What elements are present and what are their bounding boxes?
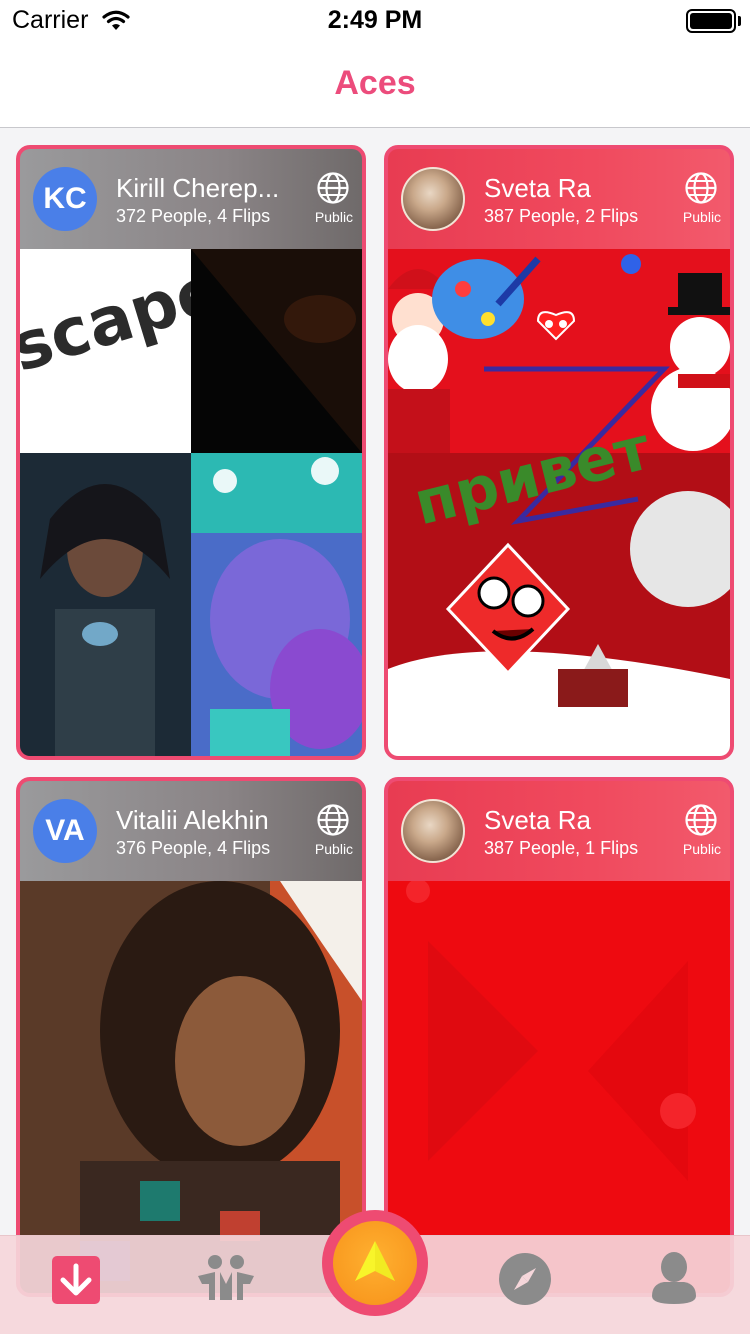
feed-card[interactable]: scape KC Kirill Cherep... 372 People, 4 … (16, 145, 366, 760)
flip-button[interactable] (322, 1210, 428, 1316)
card-collage[interactable]: привет (388, 249, 730, 756)
download-icon[interactable] (52, 1256, 100, 1309)
card-stats: 376 People, 4 Flips (116, 838, 271, 858)
status-bar: Carrier 2:49 PM (0, 0, 750, 42)
card-stats: 387 People, 2 Flips (484, 206, 639, 226)
clock: 2:49 PM (327, 6, 423, 34)
globe-icon (316, 803, 350, 842)
card-owner-name: Vitalii Alekhin (116, 805, 269, 835)
visibility-label: Public (314, 841, 354, 857)
feed-card[interactable]: Sveta Ra 387 People, 1 Flips Public (384, 777, 734, 1297)
avatar[interactable] (401, 799, 465, 863)
card-owner-name: Sveta Ra (484, 173, 591, 203)
people-icon[interactable] (196, 1254, 256, 1307)
battery-tip (738, 16, 741, 26)
card-header: KC Kirill Cherep... 372 People, 4 Flips … (20, 149, 362, 249)
feed-card[interactable]: привет Sveta Ra 387 People, 2 Flips Publ… (384, 145, 734, 760)
flip-arrow-icon (353, 1239, 397, 1288)
globe-icon (684, 803, 718, 842)
page-title: Aces (334, 64, 416, 102)
battery-icon (686, 9, 736, 33)
visibility-label: Public (314, 209, 354, 225)
compass-icon[interactable] (498, 1252, 552, 1311)
globe-icon (684, 171, 718, 210)
card-owner-name: Sveta Ra (484, 805, 591, 835)
card-stats: 387 People, 1 Flips (484, 838, 639, 858)
card-owner-name: Kirill Cherep... (116, 173, 280, 203)
avatar[interactable]: KC (33, 167, 97, 231)
navigation-bar: Aces (0, 42, 750, 128)
card-header: Sveta Ra 387 People, 1 Flips Public (388, 781, 730, 881)
card-header: Sveta Ra 387 People, 2 Flips Public (388, 149, 730, 249)
feed-card[interactable]: VA Vitalii Alekhin 376 People, 4 Flips P… (16, 777, 366, 1297)
avatar[interactable]: VA (33, 799, 97, 863)
visibility-label: Public (682, 841, 722, 857)
card-header: VA Vitalii Alekhin 376 People, 4 Flips P… (20, 781, 362, 881)
visibility-label: Public (682, 209, 722, 225)
card-collage[interactable]: scape (20, 249, 362, 756)
card-stats: 372 People, 4 Flips (116, 206, 271, 226)
profile-icon[interactable] (650, 1250, 698, 1309)
avatar[interactable] (401, 167, 465, 231)
globe-icon (316, 171, 350, 210)
flip-button-inner (333, 1221, 417, 1305)
